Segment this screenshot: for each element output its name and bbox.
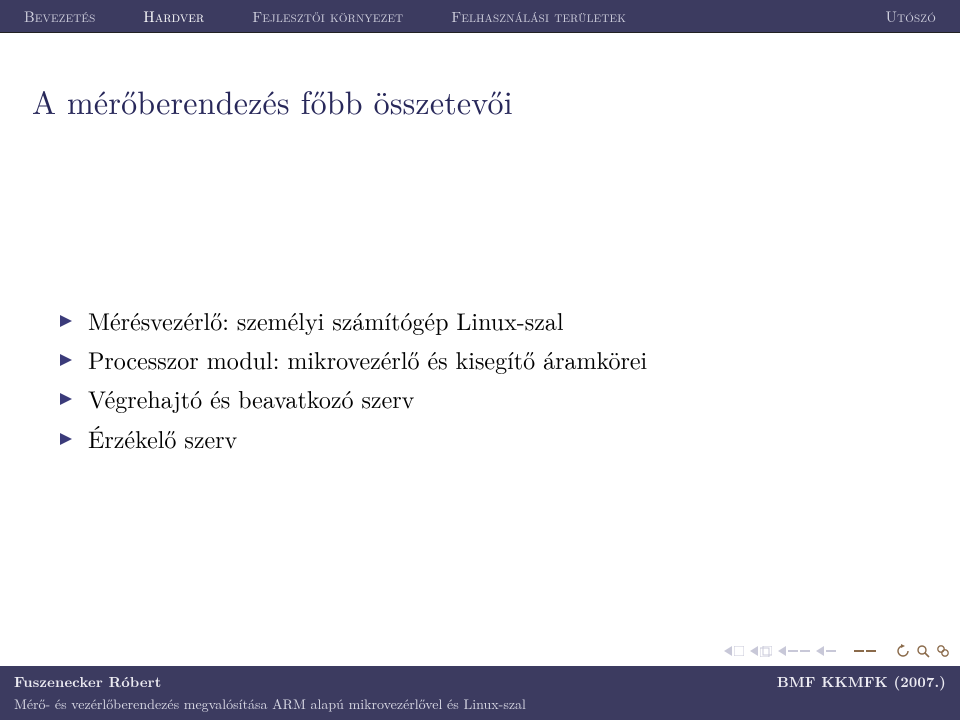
bullet-icon xyxy=(60,351,72,373)
nav-toc[interactable] xyxy=(854,650,876,652)
list-item-text: Mérésvezérlő: személyi számítógép Linux-… xyxy=(88,302,564,339)
nav-controls xyxy=(724,640,950,662)
list-item-text: Processzor modul: mikrovezérlő és kisegí… xyxy=(88,341,647,378)
section-navbar: Bevezetés Hardver Fejlesztői környezet F… xyxy=(0,0,960,33)
nav-item-felhasznalasi-teruletek[interactable]: Felhasználási területek xyxy=(427,6,650,27)
list-item: Végrehajtó és beavatkozó szerv xyxy=(60,380,900,417)
list-item: Érzékelő szerv xyxy=(60,420,900,457)
bullet-icon xyxy=(60,430,72,452)
nav-zoom-icon[interactable] xyxy=(936,644,950,658)
nav-prev-slide[interactable] xyxy=(724,646,744,656)
nav-next-slide[interactable] xyxy=(750,646,772,657)
nav-item-utoszo[interactable]: Utószó xyxy=(862,6,960,27)
nav-prev-section[interactable] xyxy=(778,646,810,656)
list-item: Mérésvezérlő: személyi számítógép Linux-… xyxy=(60,302,900,339)
bullet-icon xyxy=(60,390,72,412)
page-title: A mérőberendezés főbb összetevői xyxy=(32,79,928,124)
title-block: A mérőberendezés főbb összetevői xyxy=(0,33,960,132)
list-item: Processzor modul: mikrovezérlő és kisegí… xyxy=(60,341,900,378)
footer-subtitle: Mérő- és vezérlőberendezés megvalósítása… xyxy=(14,694,946,714)
bullet-icon xyxy=(60,312,72,334)
footer-affiliation: BMF KKMFK (2007.) xyxy=(777,672,946,692)
slide-body: Mérésvezérlő: személyi számítógép Linux-… xyxy=(0,132,960,666)
nav-item-hardver[interactable]: Hardver xyxy=(119,6,228,27)
footer: Fuszenecker Róbert BMF KKMFK (2007.) Mér… xyxy=(0,666,960,720)
list-item-text: Végrehajtó és beavatkozó szerv xyxy=(88,380,414,417)
footer-author: Fuszenecker Róbert xyxy=(14,672,161,692)
nav-search-icon[interactable] xyxy=(916,644,930,658)
nav-item-fejlesztoi-kornyezet[interactable]: Fejlesztői környezet xyxy=(228,6,427,27)
list-item-text: Érzékelő szerv xyxy=(88,420,237,457)
nav-item-bevezetes[interactable]: Bevezetés xyxy=(0,6,119,27)
nav-next-section[interactable] xyxy=(816,646,836,656)
nav-back-icon[interactable] xyxy=(896,644,910,658)
